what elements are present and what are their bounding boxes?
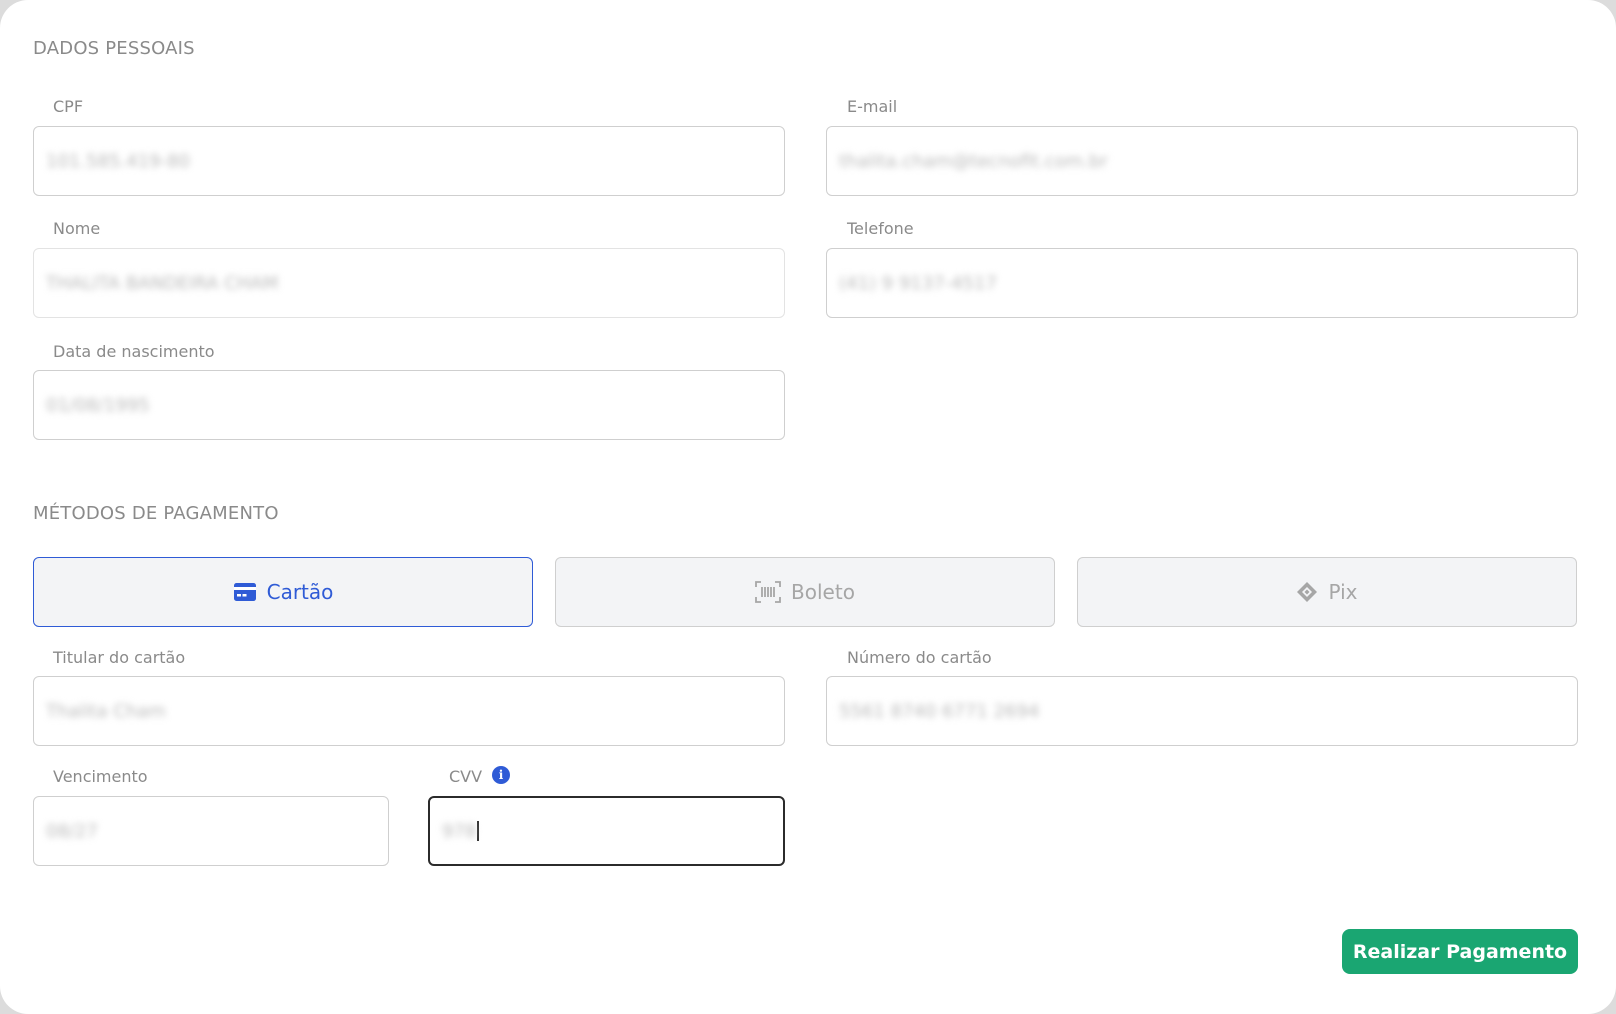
cpf-value: 101.585.419-80 xyxy=(46,150,190,172)
tab-pix-label: Pix xyxy=(1328,580,1358,604)
payment-form-card: DADOS PESSOAIS CPF 101.585.419-80 E-mail… xyxy=(0,0,1616,1014)
tab-pix[interactable]: Pix xyxy=(1077,557,1577,627)
vencimento-label: Vencimento xyxy=(53,767,148,786)
email-value: thalita.cham@tecnofit.com.br xyxy=(839,150,1108,172)
vencimento-field[interactable]: 08/27 xyxy=(33,796,389,866)
nascimento-label: Data de nascimento xyxy=(53,342,215,361)
nascimento-value: 01/08/1995 xyxy=(46,394,150,416)
cvv-value: 978 xyxy=(442,820,477,842)
nome-value: THALITA BANDEIRA CHAM xyxy=(46,272,279,294)
nascimento-field[interactable]: 01/08/1995 xyxy=(33,370,785,440)
pix-icon xyxy=(1296,581,1318,603)
vencimento-value: 08/27 xyxy=(46,820,98,842)
numero-value: 5561 8740 6771 2694 xyxy=(839,700,1040,722)
titular-value: Thalita Cham xyxy=(46,700,166,722)
numero-field[interactable]: 5561 8740 6771 2694 xyxy=(826,676,1578,746)
titular-label: Titular do cartão xyxy=(53,648,186,667)
nome-field[interactable]: THALITA BANDEIRA CHAM xyxy=(33,248,785,318)
telefone-value: (41) 9 9137-4517 xyxy=(839,272,997,294)
cvv-label: CVV xyxy=(449,767,483,786)
cpf-label: CPF xyxy=(53,97,84,116)
tab-boleto[interactable]: Boleto xyxy=(555,557,1055,627)
tab-boleto-label: Boleto xyxy=(791,580,855,604)
personal-section-title: DADOS PESSOAIS xyxy=(33,38,195,59)
telefone-label: Telefone xyxy=(847,219,914,238)
numero-label: Número do cartão xyxy=(847,648,992,667)
tab-cartao-label: Cartão xyxy=(266,580,334,604)
realizar-pagamento-button[interactable]: Realizar Pagamento xyxy=(1342,929,1578,974)
titular-field[interactable]: Thalita Cham xyxy=(33,676,785,746)
telefone-field[interactable]: (41) 9 9137-4517 xyxy=(826,248,1578,318)
cvv-field[interactable]: 978 xyxy=(428,796,785,866)
cpf-field[interactable]: 101.585.419-80 xyxy=(33,126,785,196)
text-caret xyxy=(477,821,479,841)
barcode-icon xyxy=(755,581,781,603)
tab-cartao[interactable]: Cartão xyxy=(33,557,533,627)
info-icon[interactable]: i xyxy=(492,766,510,784)
payment-section-title: MÉTODOS DE PAGAMENTO xyxy=(33,503,279,524)
email-label: E-mail xyxy=(847,97,898,116)
nome-label: Nome xyxy=(53,219,101,238)
email-field[interactable]: thalita.cham@tecnofit.com.br xyxy=(826,126,1578,196)
credit-card-icon xyxy=(233,582,257,602)
